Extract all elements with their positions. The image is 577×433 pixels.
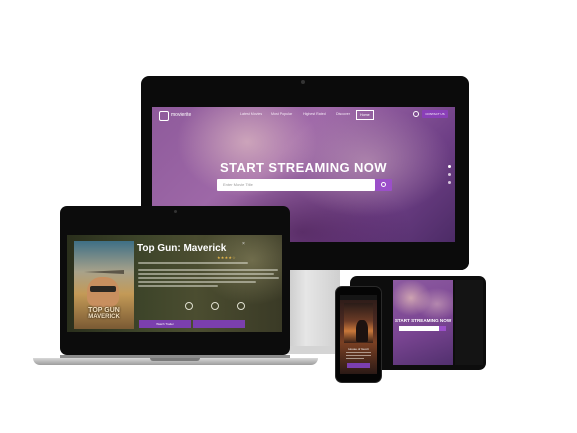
search-button[interactable] bbox=[375, 179, 392, 191]
nav-discover[interactable]: Discover bbox=[336, 112, 350, 116]
movie-description-line bbox=[138, 273, 274, 275]
movie-poster[interactable]: TOP GUN MAVERICK bbox=[74, 241, 134, 329]
slider-dot-active[interactable] bbox=[448, 165, 451, 168]
watch-trailer-button[interactable]: Watch Trailer bbox=[139, 320, 191, 328]
movie-description-line bbox=[138, 281, 256, 283]
logo-icon[interactable] bbox=[159, 111, 169, 121]
laptop-notch bbox=[150, 358, 200, 361]
movie-meta-line bbox=[138, 262, 248, 264]
movie-description-line bbox=[138, 285, 218, 287]
tablet-side-panel bbox=[455, 280, 483, 365]
play-button[interactable] bbox=[193, 320, 245, 328]
poster-sunglasses bbox=[90, 286, 116, 292]
share-icon[interactable] bbox=[211, 302, 219, 310]
jet-graphic bbox=[84, 270, 124, 274]
poster-title: TOP GUN bbox=[88, 307, 120, 314]
phone-trailer-button[interactable] bbox=[347, 363, 370, 368]
tablet-screen: START STREAMING NOW bbox=[393, 280, 453, 365]
laptop-screen: TOP GUN MAVERICK Top Gun: Maverick ★★★★☆… bbox=[67, 235, 282, 332]
movie-description-line bbox=[138, 277, 279, 279]
hero-title: START STREAMING NOW bbox=[220, 160, 387, 175]
phone-movie-poster[interactable] bbox=[344, 303, 373, 343]
tablet-hero-title: START STREAMING NOW bbox=[394, 318, 452, 323]
slider-dot[interactable] bbox=[448, 173, 451, 176]
tablet-search-input[interactable] bbox=[399, 326, 439, 331]
phone-description-line bbox=[346, 355, 371, 357]
phone-description-line bbox=[346, 352, 371, 354]
desktop-camera bbox=[301, 80, 305, 84]
phone-header bbox=[340, 295, 377, 300]
watchlist-icon[interactable] bbox=[185, 302, 193, 310]
phone-screen: House of Gucci bbox=[340, 295, 377, 374]
phone-movie-title: House of Gucci bbox=[348, 347, 369, 351]
laptop-camera bbox=[174, 210, 177, 213]
movie-search-input[interactable]: Enter Movie Title bbox=[217, 179, 375, 191]
poster-subtitle: MAVERICK bbox=[88, 314, 120, 320]
movie-description-line bbox=[138, 269, 278, 271]
rating-stars: ★★★★☆ bbox=[217, 255, 236, 260]
poster-face bbox=[87, 277, 119, 307]
favorite-icon[interactable] bbox=[237, 302, 245, 310]
nav-home[interactable]: Home bbox=[356, 110, 374, 120]
nav-highest-rated[interactable]: Highest Rated bbox=[303, 112, 326, 116]
nav-most-popular[interactable]: Most Popular bbox=[271, 112, 292, 116]
nav-latest-movies[interactable]: Latest Movies bbox=[240, 112, 262, 116]
search-icon[interactable] bbox=[413, 111, 419, 117]
close-icon[interactable]: × bbox=[242, 241, 245, 247]
slider-dot[interactable] bbox=[448, 181, 451, 184]
phone-description-line bbox=[346, 358, 364, 360]
tablet-search-button[interactable] bbox=[439, 326, 446, 331]
poster-figure bbox=[356, 320, 368, 342]
movie-title: Top Gun: Maverick bbox=[137, 243, 227, 254]
contact-button[interactable]: CONTACT US bbox=[422, 110, 448, 118]
brand-name[interactable]: movierite bbox=[171, 112, 191, 118]
